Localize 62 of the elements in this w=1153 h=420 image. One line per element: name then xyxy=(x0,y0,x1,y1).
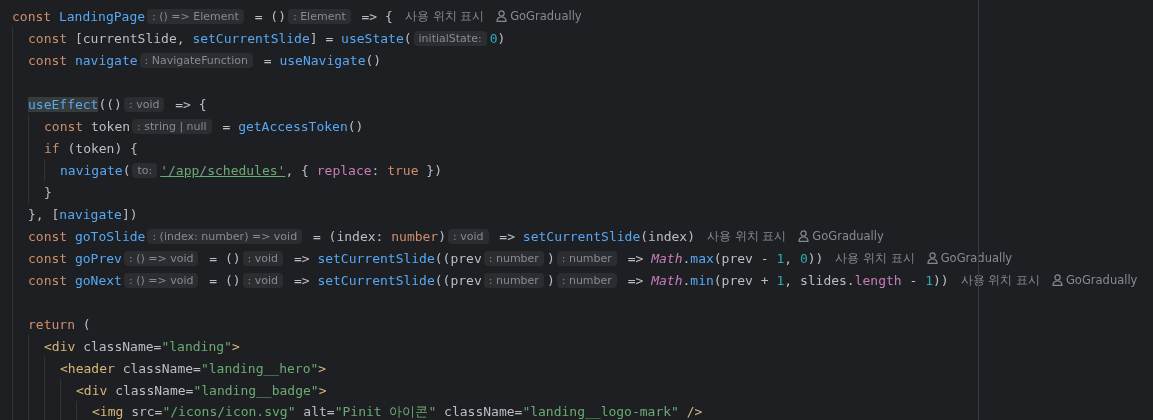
code-text: const LandingPage xyxy=(12,8,146,24)
code-text: ) xyxy=(546,272,555,288)
code-text: const token xyxy=(44,118,131,134)
code-text: }, [navigate]) xyxy=(28,206,138,222)
type-hint: : number xyxy=(556,272,617,288)
code-text: const goPrev xyxy=(28,250,122,266)
code-text: const navigate xyxy=(28,52,138,68)
code-text: <img src="/icons/icon.svg" alt="Pinit 아이콘" className="landing__logo-mark" /> xyxy=(92,403,703,420)
code-text: = (index: number) xyxy=(311,228,447,244)
type-hint: : void xyxy=(242,250,284,266)
code-text: => { xyxy=(174,96,207,112)
code-text: if (token) { xyxy=(44,140,138,156)
type-hint: : string | null xyxy=(132,118,212,134)
type-hint: : NavigateFunction xyxy=(139,52,253,68)
code-text: => Math.min(prev + 1, slides.length - 1)) xyxy=(626,272,949,288)
code-text: <div className="landing__badge"> xyxy=(76,382,327,398)
code-text: = () xyxy=(208,250,241,266)
type-hint: : void xyxy=(448,228,489,244)
code-text: navigate( xyxy=(60,162,131,178)
type-hint: : () => Element xyxy=(147,8,244,24)
type-hint: initialState: xyxy=(413,30,487,46)
code-text: => setCurrentSlide(index) xyxy=(498,228,696,244)
code-text: => Math.max(prev - 1, 0)) xyxy=(626,250,824,266)
code-text: = () xyxy=(253,8,286,24)
type-hint: : Element xyxy=(287,8,351,24)
usages-link[interactable]: 사용 위치 표시 xyxy=(835,250,915,266)
code-text: = getAccessToken() xyxy=(221,118,364,134)
type-hint: : number xyxy=(483,250,544,266)
author-name[interactable]: GoGradually xyxy=(510,9,582,23)
author-name[interactable]: GoGradually xyxy=(812,229,884,243)
code-text: useEffect(() xyxy=(28,96,122,112)
user-icon xyxy=(1051,274,1063,286)
usages-link[interactable]: 사용 위치 표시 xyxy=(707,228,787,244)
type-hint: : void xyxy=(242,272,284,288)
user-icon xyxy=(926,252,938,264)
type-hint: : number xyxy=(556,250,617,266)
code-text: => { xyxy=(360,8,393,24)
type-hint: : number xyxy=(483,272,544,288)
user-icon xyxy=(496,10,508,22)
type-hint: : () => void xyxy=(123,272,199,288)
type-hint: : () => void xyxy=(123,250,199,266)
type-hint: : (index: number) => void xyxy=(147,228,303,244)
type-hint: to: xyxy=(132,162,158,178)
code-text: const goToSlide xyxy=(28,228,146,244)
code-text: const [currentSlide, setCurrentSlide] = useState( xyxy=(28,30,412,46)
type-hint: : void xyxy=(123,96,165,112)
code-text: <div className="landing"> xyxy=(44,338,240,354)
code-text: } xyxy=(44,184,52,200)
user-icon xyxy=(798,230,810,242)
code-text: ) xyxy=(546,250,555,266)
code-text: <header className="landing__hero"> xyxy=(60,360,327,376)
author-name[interactable]: GoGradually xyxy=(1065,273,1138,287)
code-text: => setCurrentSlide((prev xyxy=(292,250,482,266)
code-text: const goNext xyxy=(28,272,122,288)
code-text: = useNavigate() xyxy=(262,52,382,68)
code-text: return ( xyxy=(28,316,91,332)
code-text: = () xyxy=(208,272,241,288)
usages-link[interactable]: 사용 위치 표시 xyxy=(404,8,485,24)
code-text: 0) xyxy=(489,30,506,46)
author-name[interactable]: GoGradually xyxy=(940,251,1013,265)
code-text: => setCurrentSlide((prev xyxy=(292,272,482,288)
code-text: '/app/schedules', { replace: true }) xyxy=(160,162,442,178)
